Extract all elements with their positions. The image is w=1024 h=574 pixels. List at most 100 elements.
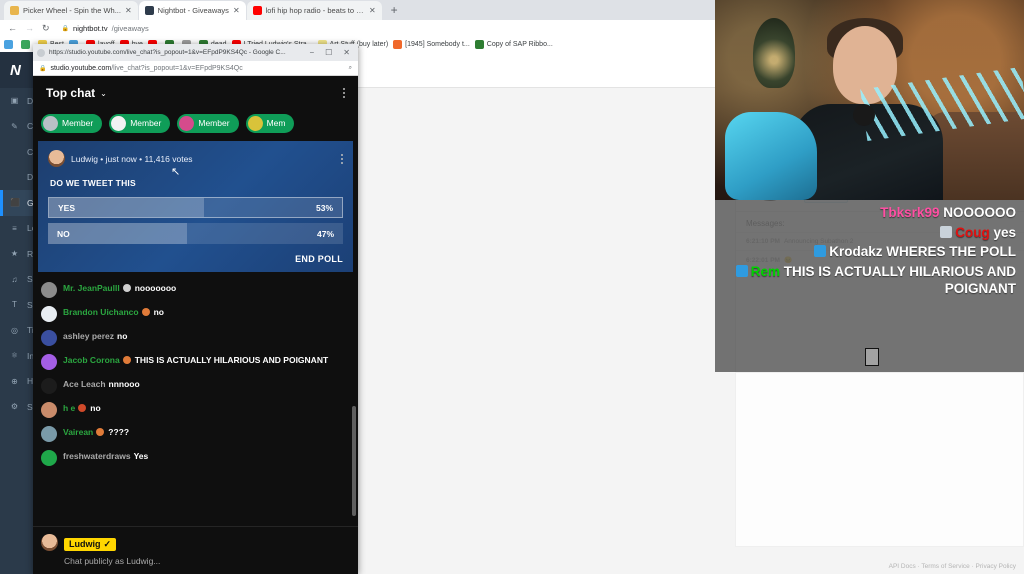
twitch-badge-icon xyxy=(814,245,827,257)
chat-author-name[interactable]: Ace Leach xyxy=(63,379,106,389)
twitch-chat-message: Tbksrk99 NOOOOOO xyxy=(723,204,1016,222)
address-path: /giveaways xyxy=(111,23,149,33)
poll-card: Ludwig • just now • 11,416 votes DO WE T… xyxy=(38,141,353,272)
screen: N ▣Dashboard✎CommandsCustomDefault⬛Givea… xyxy=(0,0,1024,574)
chat-message: Jacob Corona THIS IS ACTUALLY HILARIOUS A… xyxy=(41,350,350,374)
chat-message: Vairean???? xyxy=(41,422,350,446)
bookmark-label: [1945] Somebody t... xyxy=(405,40,470,48)
chat-author-avatar xyxy=(41,306,57,322)
page-footer[interactable]: API Docs · Terms of Service · Privacy Po… xyxy=(889,563,1016,570)
chat-message: Mr. JeanPaulll nooooooo xyxy=(41,278,350,302)
bookmark-label: Copy of SAP Ribbo... xyxy=(486,40,553,48)
bookmark-item[interactable] xyxy=(4,39,16,49)
popup-titlebar[interactable]: https://studio.youtube.com/live_chat?is_… xyxy=(33,44,358,61)
poll-author-avatar xyxy=(48,150,65,167)
twitch-author-name: Krodakz xyxy=(829,244,883,259)
sidebar-icon: ⊕ xyxy=(11,376,18,386)
member-avatar xyxy=(43,115,58,131)
youtube-live-chat-popup: https://studio.youtube.com/live_chat?is_… xyxy=(33,44,358,574)
chat-scrollbar[interactable] xyxy=(352,406,356,516)
current-user-name: Ludwig xyxy=(69,539,101,549)
member-chip[interactable]: Member xyxy=(177,113,239,133)
twitch-chat-overlay: Tbksrk99 NOOOOOO Coug yes Krodakz WHERES T… xyxy=(715,200,1024,372)
member-avatar xyxy=(111,115,127,131)
browser-tab[interactable]: Nightbot - Giveaways ✕ xyxy=(138,1,246,20)
member-chip-label: Member xyxy=(62,118,94,128)
forward-icon: → xyxy=(25,23,34,33)
chat-input[interactable]: Chat publicly as Ludwig... xyxy=(64,556,160,566)
chat-message: Ace Leach nnnooo xyxy=(41,374,350,398)
tab-title: Picker Wheel - Spin the Wh... xyxy=(23,6,121,15)
verified-icon: ✓ xyxy=(103,538,112,549)
member-badge-icon xyxy=(122,356,131,364)
blue-pillow xyxy=(725,112,817,200)
browser-tab[interactable]: lofi hip hop radio - beats to rela... ✕ xyxy=(246,1,382,20)
christmas-tree xyxy=(753,18,795,88)
sidebar-icon: ⬛ xyxy=(10,198,20,208)
chat-author-avatar xyxy=(41,378,57,394)
browser-tab[interactable]: Picker Wheel - Spin the Wh... ✕ xyxy=(4,1,138,20)
chat-overflow-menu-icon[interactable] xyxy=(343,88,345,98)
chat-message-list: Mr. JeanPaulll nooooooo Brandon Uichanco no… xyxy=(33,272,358,470)
new-tab-button[interactable]: + xyxy=(383,1,406,20)
chat-author-name[interactable]: Vairean xyxy=(63,427,93,437)
poll-header: Ludwig • just now • 11,416 votes xyxy=(48,150,343,167)
poll-option: NO 47% xyxy=(48,223,343,244)
chat-author-name[interactable]: freshwaterdraws xyxy=(63,451,131,461)
popup-address-bar[interactable]: 🔒 studio.youtube.com/live_chat?is_popout… xyxy=(33,61,358,76)
poll-overflow-menu-icon[interactable] xyxy=(341,153,343,164)
back-icon[interactable]: ← xyxy=(8,23,17,33)
chat-mode-selector[interactable]: Top chat ⌄ xyxy=(46,86,107,100)
search-icon[interactable]: ⌕ xyxy=(349,65,352,72)
chat-message-text: nnnooo xyxy=(108,379,140,389)
chat-author-name[interactable]: ashley perez xyxy=(63,331,114,341)
bookmark-favicon xyxy=(474,39,484,49)
sidebar-icon: ★ xyxy=(10,249,19,259)
member-chip[interactable]: Member xyxy=(41,113,103,133)
tab-close-icon[interactable]: ✕ xyxy=(233,6,240,15)
member-chip[interactable]: Member xyxy=(109,113,171,133)
poll-option-percent: 47% xyxy=(316,228,334,239)
minimize-icon[interactable]: − xyxy=(309,48,314,57)
twitch-message-text: THIS IS ACTUALLY HILARIOUS AND POIGNANT xyxy=(783,263,1016,297)
member-avatar xyxy=(179,115,195,131)
chat-message-text: no xyxy=(153,307,164,317)
bookmark-favicon xyxy=(21,39,30,49)
tab-title: Nightbot - Giveaways xyxy=(157,6,229,15)
bookmark-item[interactable] xyxy=(21,39,33,49)
twitch-badge-icon xyxy=(735,264,748,277)
bookmark-item[interactable]: [1945] Somebody t... xyxy=(393,39,470,49)
chat-author-name[interactable]: Jacob Corona xyxy=(63,355,120,365)
poll-option-percent: 53% xyxy=(315,202,333,213)
chat-input-footer: Ludwig ✓ Chat publicly as Ludwig... xyxy=(33,526,358,574)
chat-message-text: no xyxy=(117,331,128,341)
chat-message-text: ???? xyxy=(108,427,130,437)
twitch-author-name: Tbksrk99 xyxy=(880,205,940,220)
address-host: nightbot.tv xyxy=(73,23,108,33)
tab-favicon xyxy=(252,6,262,15)
chat-author-name[interactable]: Brandon Uichanco xyxy=(63,307,139,317)
chat-author-name[interactable]: h e xyxy=(63,403,75,413)
current-user-name-pill[interactable]: Ludwig ✓ xyxy=(64,537,117,551)
member-badge-icon xyxy=(122,284,131,292)
close-icon[interactable]: ✕ xyxy=(343,48,350,57)
reload-icon[interactable]: ↻ xyxy=(42,23,50,34)
tab-close-icon[interactable]: ✕ xyxy=(125,6,132,15)
tab-title: lofi hip hop radio - beats to rela... xyxy=(265,6,365,15)
popup-favicon xyxy=(37,48,45,57)
twitch-badge-icon xyxy=(940,225,953,238)
chat-author-name[interactable]: Mr. JeanPaulll xyxy=(63,283,120,293)
end-poll-button[interactable]: END POLL xyxy=(48,254,343,264)
tab-close-icon[interactable]: ✕ xyxy=(369,6,376,15)
poll-option: YES 53% xyxy=(48,197,343,218)
maximize-icon[interactable]: ☐ xyxy=(325,48,332,57)
chevron-down-icon: ⌄ xyxy=(100,88,107,98)
stream-lower-panel xyxy=(735,372,1024,547)
twitch-message-text: NOOOOOO xyxy=(943,205,1016,220)
sidebar-icon: ▣ xyxy=(10,96,19,106)
twitch-chat-message: Rem THIS IS ACTUALLY HILARIOUS AND POIGN… xyxy=(723,263,1016,298)
bookmark-item[interactable]: Copy of SAP Ribbo... xyxy=(474,39,553,49)
twitch-message-text: WHERES THE POLL xyxy=(886,244,1016,259)
member-chip[interactable]: Mem xyxy=(245,113,295,133)
sidebar-icon: ✎ xyxy=(11,121,18,131)
